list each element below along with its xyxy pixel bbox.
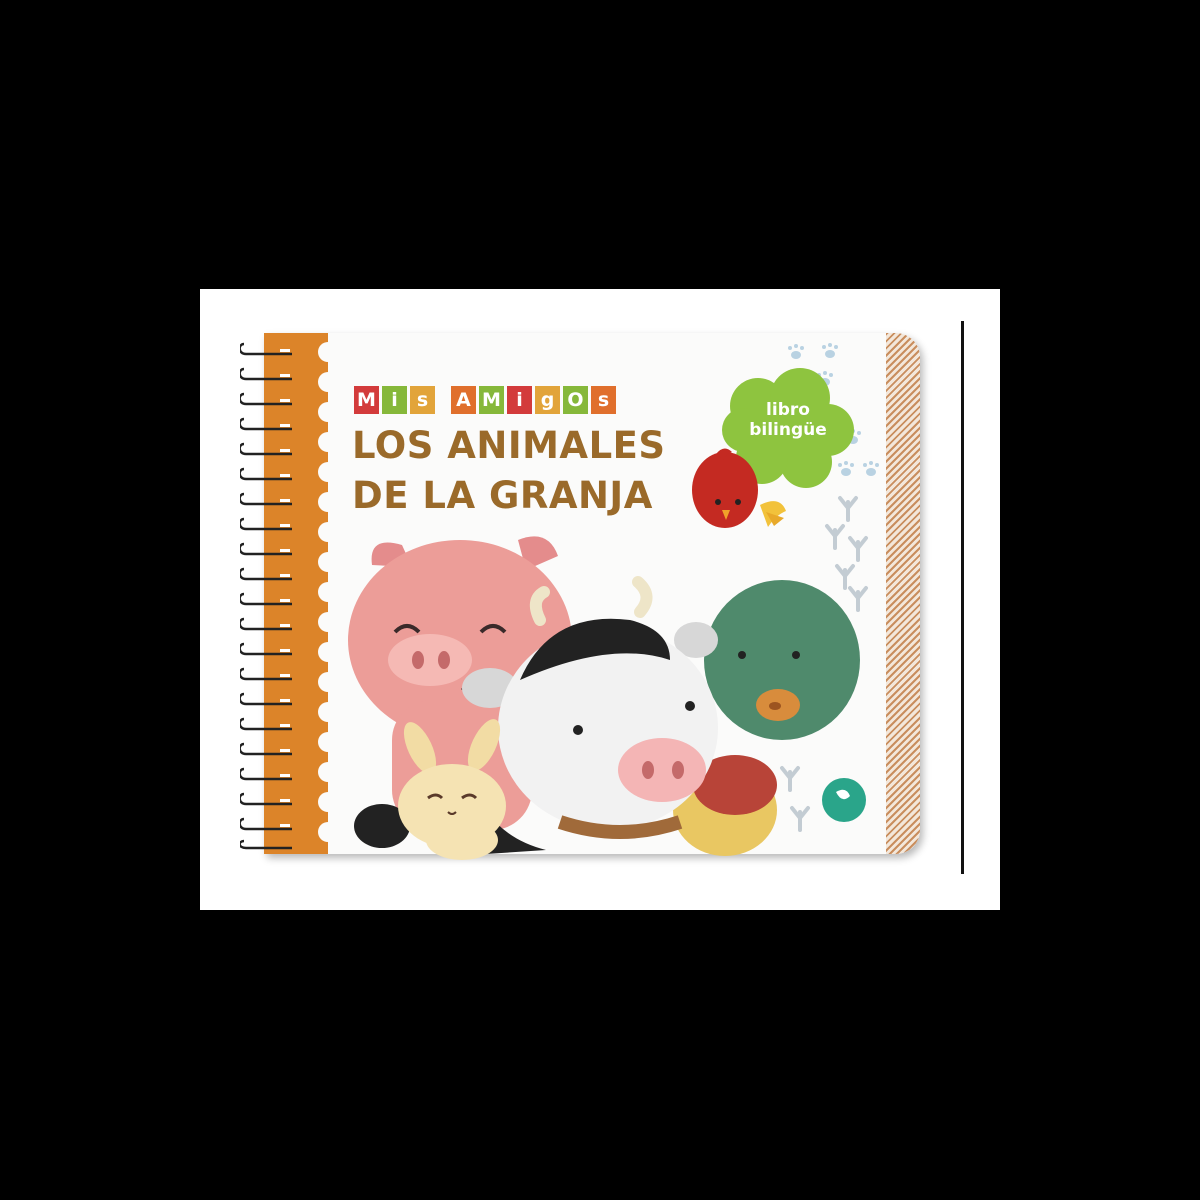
series-letter: s bbox=[410, 386, 435, 414]
publisher-logo bbox=[822, 778, 866, 822]
title-line-2: DE LA GRANJA bbox=[352, 474, 653, 517]
series-letter: i bbox=[507, 386, 532, 414]
series-letter: A bbox=[451, 386, 476, 414]
cover-illustration bbox=[318, 340, 879, 860]
series-letter: s bbox=[591, 386, 616, 414]
scalloped-edge bbox=[318, 340, 354, 850]
series-letter: M bbox=[354, 386, 379, 414]
series-title: M i s A M i g O s bbox=[354, 378, 616, 414]
badge-line-2: bilingüe bbox=[749, 420, 827, 440]
title-line-1: LOS ANIMALES bbox=[352, 424, 666, 467]
series-letter: O bbox=[563, 386, 588, 414]
series-letter: M bbox=[479, 386, 504, 414]
badge-label: libro bilingüe bbox=[730, 400, 846, 440]
series-letter: i bbox=[382, 386, 407, 414]
badge-line-1: libro bbox=[766, 400, 810, 420]
series-letter: g bbox=[535, 386, 560, 414]
